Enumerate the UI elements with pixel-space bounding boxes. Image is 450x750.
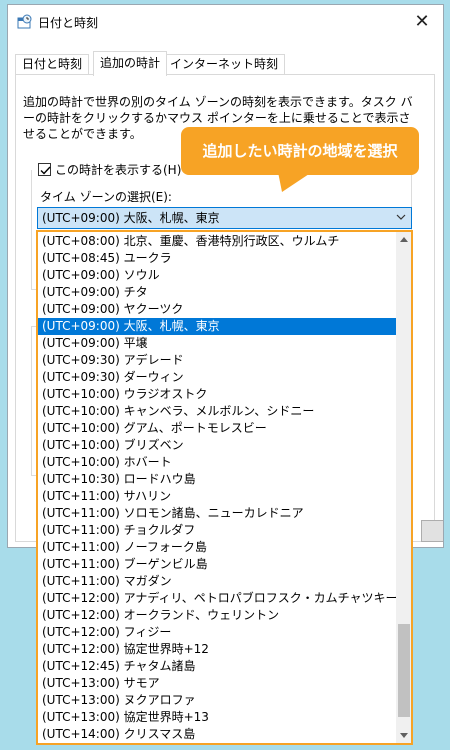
timezone-option[interactable]: (UTC+12:45) チャタム諸島 <box>38 658 396 675</box>
timezone-option[interactable]: (UTC+11:00) ソロモン諸島、ニューカレドニア <box>38 505 396 522</box>
tab-internet-time[interactable]: インターネット時刻 <box>163 54 286 75</box>
checkmark-icon <box>40 166 51 175</box>
chevron-down-icon <box>396 214 406 220</box>
close-button[interactable]: ✕ <box>401 5 443 39</box>
timezone-option[interactable]: (UTC+09:00) 大阪、札幌、東京 <box>38 318 396 335</box>
timezone-select-value: (UTC+09:00) 大阪、札幌、東京 <box>42 211 220 225</box>
timezone-option[interactable]: (UTC+12:00) フィジー <box>38 624 396 641</box>
timezone-option[interactable]: (UTC+10:00) グアム、ポートモレスビー <box>38 420 396 437</box>
timezone-option[interactable]: (UTC+13:00) ヌクアロファ <box>38 692 396 709</box>
timezone-label: タイム ゾーンの選択(E): <box>40 190 172 204</box>
timezone-option[interactable]: (UTC+10:00) ウラジオストク <box>38 386 396 403</box>
scroll-up-arrow-icon[interactable] <box>400 236 408 242</box>
timezone-option[interactable]: (UTC+11:00) サハリン <box>38 488 396 505</box>
timezone-option[interactable]: (UTC+12:00) アナディリ、ペトロパブロフスク・カムチャツキー <box>38 590 397 607</box>
timezone-option[interactable]: (UTC+10:30) ロードハウ島 <box>38 471 396 488</box>
timezone-option[interactable]: (UTC+09:00) ヤクーツク <box>38 301 396 318</box>
callout-bubble: 追加したい時計の地域を選択 <box>181 127 419 175</box>
window-title: 日付と時刻 <box>38 16 99 30</box>
timezone-option[interactable]: (UTC+09:00) ソウル <box>38 267 396 284</box>
timezone-select[interactable]: (UTC+09:00) 大阪、札幌、東京 <box>37 207 412 229</box>
timezone-option[interactable]: (UTC+09:30) アデレード <box>38 352 396 369</box>
show-clock-label: この時計を表示する(H) <box>55 163 182 177</box>
timezone-option[interactable]: (UTC+14:00) クリスマス島 <box>38 726 396 743</box>
timezone-option[interactable]: (UTC+10:00) キャンベラ、メルボルン、シドニー <box>38 403 396 420</box>
tab-bar: 日付と時刻 追加の時計 インターネット時刻 <box>15 51 435 76</box>
timezone-option[interactable]: (UTC+11:00) マガダン <box>38 573 396 590</box>
timezone-option[interactable]: (UTC+09:30) ダーウィン <box>38 369 396 386</box>
timezone-option[interactable]: (UTC+12:00) 協定世界時+12 <box>38 641 396 658</box>
timezone-option[interactable]: (UTC+08:00) 北京、重慶、香港特別行政区、ウルムチ <box>38 233 396 250</box>
callout-pointer <box>278 172 312 192</box>
clock-calendar-icon <box>17 14 32 29</box>
timezone-option[interactable]: (UTC+10:00) ホバート <box>38 454 396 471</box>
scroll-down-arrow-icon[interactable] <box>400 733 408 739</box>
ok-button[interactable] <box>421 520 443 542</box>
show-clock-checkbox[interactable] <box>38 163 51 176</box>
timezone-option[interactable]: (UTC+08:45) ユークラ <box>38 250 396 267</box>
timezone-option[interactable]: (UTC+11:00) チョクルダフ <box>38 522 396 539</box>
timezone-option[interactable]: (UTC+12:00) オークランド、ウェリントン <box>38 607 396 624</box>
scrollbar[interactable] <box>396 232 411 743</box>
timezone-option[interactable]: (UTC+09:00) 平壌 <box>38 335 396 352</box>
scroll-thumb[interactable] <box>398 624 410 717</box>
timezone-option[interactable]: (UTC+11:00) ブーゲンビル島 <box>38 556 396 573</box>
show-clock-row: この時計を表示する(H) <box>38 161 181 179</box>
tab-additional-clocks[interactable]: 追加の時計 <box>93 51 168 76</box>
timezone-option[interactable]: (UTC+11:00) ノーフォーク島 <box>38 539 396 556</box>
timezone-option[interactable]: (UTC+10:00) ブリズベン <box>38 437 396 454</box>
timezone-option[interactable]: (UTC+09:00) チタ <box>38 284 396 301</box>
timezone-dropdown-list: (UTC+08:00) 北京、重慶、香港特別行政区、ウルムチ (UTC+08:45… <box>36 230 413 745</box>
timezone-option[interactable]: (UTC+13:00) 協定世界時+13 <box>38 709 396 726</box>
title-bar: 日付と時刻 ✕ <box>8 5 443 39</box>
tab-date-time[interactable]: 日付と時刻 <box>15 54 90 75</box>
timezone-option[interactable]: (UTC+13:00) サモア <box>38 675 396 692</box>
